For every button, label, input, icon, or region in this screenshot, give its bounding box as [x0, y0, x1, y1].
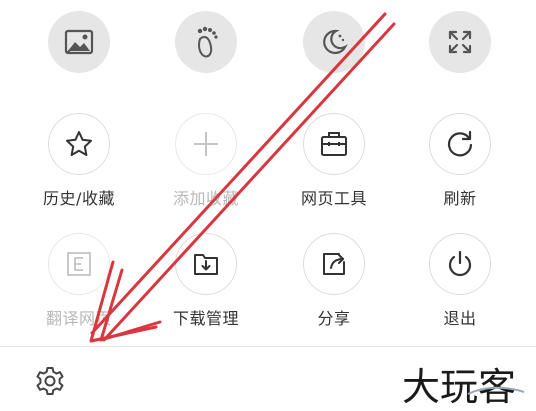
- download-manager-button[interactable]: 下载管理: [146, 233, 266, 329]
- share-icon: [319, 249, 349, 279]
- exit-circle: [429, 233, 491, 295]
- download-icon: [191, 249, 221, 279]
- fullscreen-circle: [429, 11, 491, 73]
- web-tools-label: 网页工具: [300, 189, 367, 208]
- night-mode-circle: [303, 11, 365, 73]
- share-circle: [303, 233, 365, 295]
- download-manager-label: 下载管理: [172, 309, 239, 328]
- power-icon: [445, 249, 475, 279]
- image-mode-circle: [48, 11, 110, 73]
- gear-icon: [34, 365, 66, 397]
- share-label: 分享: [317, 309, 351, 328]
- translate-page-circle: [48, 233, 110, 295]
- download-manager-circle: [175, 233, 237, 295]
- history-favorites-circle: [48, 113, 110, 175]
- history-favorites-label: 历史/收藏: [43, 189, 115, 208]
- star-icon: [64, 129, 94, 159]
- web-tools-circle: [303, 113, 365, 175]
- translate-icon: [64, 249, 94, 279]
- watermark-swoosh: [467, 386, 525, 395]
- refresh-icon: [445, 129, 475, 159]
- translate-page-label: 翻译网页: [45, 309, 112, 328]
- plus-icon: [191, 129, 221, 159]
- footprint-circle: [175, 11, 237, 73]
- history-favorites-button[interactable]: 历史/收藏: [19, 113, 139, 209]
- toolbox-icon: [319, 130, 349, 158]
- footprint-button[interactable]: [146, 11, 266, 73]
- refresh-label: 刷新: [443, 189, 477, 208]
- moon-icon: [319, 27, 349, 57]
- image-icon: [63, 28, 95, 56]
- night-mode-button[interactable]: [274, 11, 394, 73]
- share-button[interactable]: 分享: [274, 233, 394, 329]
- footprint-icon: [191, 25, 221, 59]
- fullscreen-button[interactable]: [400, 11, 520, 73]
- refresh-circle: [429, 113, 491, 175]
- exit-button[interactable]: 退出: [400, 233, 520, 329]
- add-favorite-circle: [175, 113, 237, 175]
- image-mode-button[interactable]: [19, 11, 139, 73]
- add-favorite-label: 添加收藏: [172, 189, 239, 208]
- refresh-button[interactable]: 刷新: [400, 113, 520, 209]
- translate-page-button[interactable]: 翻译网页: [19, 233, 139, 329]
- add-favorite-button[interactable]: 添加收藏: [146, 113, 266, 209]
- settings-button[interactable]: [32, 363, 68, 399]
- fullscreen-icon: [446, 28, 474, 56]
- web-tools-button[interactable]: 网页工具: [274, 113, 394, 209]
- exit-label: 退出: [443, 309, 477, 328]
